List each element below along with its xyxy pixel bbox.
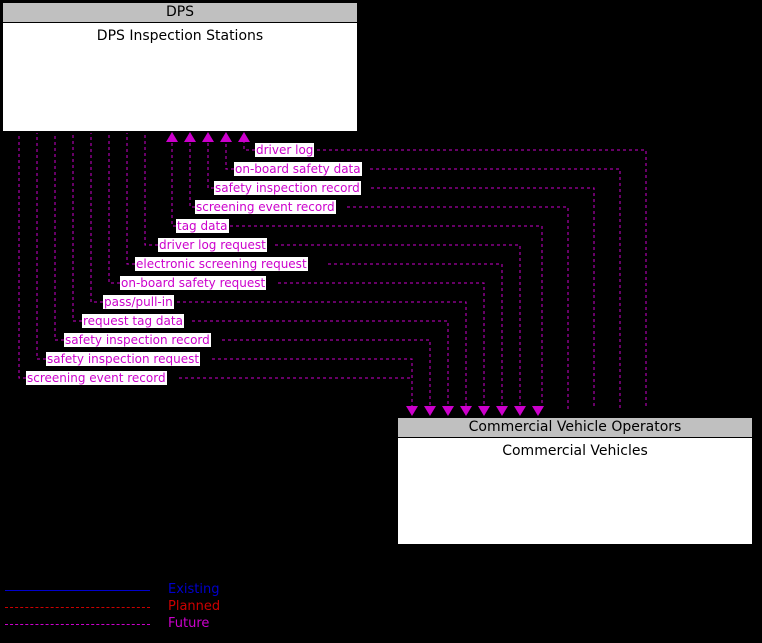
entity-stakeholder-dps: DPS [3,3,357,23]
diagram-canvas: DPS DPS Inspection Stations Commercial V… [0,0,762,643]
legend-item-existing: Existing [0,582,300,599]
entity-stakeholder-commercial-vehicle-operators: Commercial Vehicle Operators [398,418,752,438]
legend-label-existing: Existing [168,582,220,597]
legend: Existing Planned Future [0,582,300,638]
flow-label-on-board-safety-data[interactable]: on-board safety data [234,162,362,176]
flow-label-driver-log-request[interactable]: driver log request [158,238,267,252]
flow-label-safety-inspection-request[interactable]: safety inspection request [46,352,201,366]
arrowhead-up-group [166,132,250,142]
flow-label-safety-inspection-record-down[interactable]: safety inspection record [64,333,211,347]
entity-box-dps-inspection-stations[interactable]: DPS DPS Inspection Stations [2,2,358,132]
flow-label-tag-data[interactable]: tag data [176,219,229,233]
flow-label-driver-log[interactable]: driver log [255,143,315,157]
flow-label-on-board-safety-request[interactable]: on-board safety request [120,276,267,290]
legend-label-planned: Planned [168,599,221,614]
entity-name-commercial-vehicles: Commercial Vehicles [502,443,648,459]
legend-line-existing [5,590,150,591]
legend-item-planned: Planned [0,599,300,616]
flow-label-screening-event-record-down[interactable]: screening event record [26,371,167,385]
entity-name-dps-inspection-stations: DPS Inspection Stations [96,28,264,44]
flow-label-pass-pull-in[interactable]: pass/pull-in [103,295,174,309]
arrowhead-down-group [406,406,544,416]
entity-box-commercial-vehicles[interactable]: Commercial Vehicle Operators Commercial … [397,417,753,545]
legend-line-planned [5,607,150,608]
legend-label-future: Future [168,616,210,631]
flow-label-screening-event-record-up[interactable]: screening event record [195,200,336,214]
legend-item-future: Future [0,616,300,633]
flow-label-safety-inspection-record-up[interactable]: safety inspection record [214,181,361,195]
legend-line-future [5,624,150,625]
flow-label-request-tag-data[interactable]: request tag data [82,314,184,328]
flow-label-electronic-screening-request[interactable]: electronic screening request [135,257,308,271]
